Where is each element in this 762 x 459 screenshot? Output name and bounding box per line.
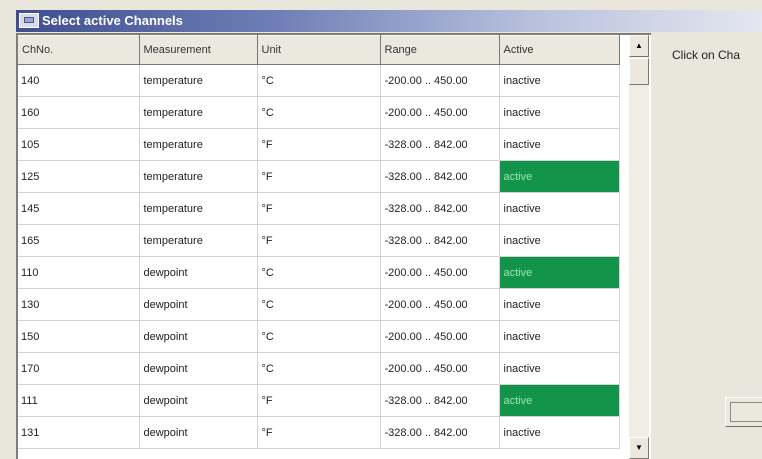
cell-measurement: dewpoint	[139, 320, 258, 353]
table-row[interactable]: 130 dewpoint °C -200.00 .. 450.00 inactive	[18, 288, 620, 321]
cell-range: -328.00 .. 842.00	[380, 192, 500, 225]
cell-active[interactable]: inactive	[499, 128, 620, 161]
cell-measurement: dewpoint	[139, 288, 258, 321]
cell-range: -328.00 .. 842.00	[380, 416, 500, 449]
cell-measurement: temperature	[139, 224, 258, 257]
cell-range: -328.00 .. 842.00	[380, 128, 500, 161]
column-header-chno[interactable]: ChNo.	[18, 35, 140, 65]
cell-range: -328.00 .. 842.00	[380, 224, 500, 257]
channel-table: ChNo. Measurement Unit Range Active 140 t…	[18, 35, 620, 449]
cell-unit: °C	[257, 320, 381, 353]
select-channels-window: Select active Channels ChNo. Measurement…	[0, 0, 762, 459]
cell-unit: °F	[257, 384, 381, 417]
table-row[interactable]: 125 temperature °F -328.00 .. 842.00 active	[18, 160, 620, 193]
header-row: ChNo. Measurement Unit Range Active	[18, 35, 620, 65]
cell-measurement: temperature	[139, 128, 258, 161]
cell-chno: 150	[18, 320, 140, 353]
cell-range: -200.00 .. 450.00	[380, 352, 500, 385]
table-row[interactable]: 140 temperature °C -200.00 .. 450.00 inactiv…	[18, 64, 620, 97]
cell-chno: 131	[18, 416, 140, 449]
cell-range: -200.00 .. 450.00	[380, 288, 500, 321]
table-row[interactable]: 145 temperature °F -328.00 .. 842.00 inactiv…	[18, 192, 620, 225]
scroll-up-arrow-icon[interactable]: ▲	[629, 35, 649, 57]
cell-unit: °C	[257, 288, 381, 321]
table-row[interactable]: 131 dewpoint °F -328.00 .. 842.00 inactive	[18, 416, 620, 449]
cell-range: -328.00 .. 842.00	[380, 384, 500, 417]
side-button[interactable]	[725, 397, 762, 427]
cell-measurement: temperature	[139, 96, 258, 129]
cell-measurement: dewpoint	[139, 256, 258, 289]
cell-chno: 110	[18, 256, 140, 289]
table-row[interactable]: 105 temperature °F -328.00 .. 842.00 inactiv…	[18, 128, 620, 161]
cell-chno: 145	[18, 192, 140, 225]
cell-measurement: dewpoint	[139, 416, 258, 449]
cell-unit: °C	[257, 352, 381, 385]
window-title: Select active Channels	[42, 13, 183, 28]
cell-active[interactable]: active	[499, 160, 620, 193]
cell-chno: 170	[18, 352, 140, 385]
cell-active[interactable]: inactive	[499, 352, 620, 385]
cell-measurement: temperature	[139, 160, 258, 193]
channel-rows: 140 temperature °C -200.00 .. 450.00 inactiv…	[18, 64, 620, 449]
column-header-unit[interactable]: Unit	[257, 35, 381, 65]
table-row[interactable]: 160 temperature °C -200.00 .. 450.00 inactiv…	[18, 96, 620, 129]
cell-chno: 130	[18, 288, 140, 321]
title-bar[interactable]: Select active Channels	[16, 10, 762, 32]
scroll-down-arrow-icon[interactable]: ▼	[629, 437, 649, 459]
cell-chno: 165	[18, 224, 140, 257]
instruction-text: Click on Cha	[672, 48, 741, 62]
cell-measurement: temperature	[139, 64, 258, 97]
cell-unit: °F	[257, 128, 381, 161]
cell-measurement: dewpoint	[139, 352, 258, 385]
cell-active[interactable]: inactive	[499, 224, 620, 257]
cell-unit: °C	[257, 64, 381, 97]
cell-range: -200.00 .. 450.00	[380, 320, 500, 353]
table-row[interactable]: 110 dewpoint °C -200.00 .. 450.00 active	[18, 256, 620, 289]
column-header-active[interactable]: Active	[499, 35, 620, 65]
cell-unit: °F	[257, 192, 381, 225]
cell-active[interactable]: active	[499, 256, 620, 289]
cell-range: -200.00 .. 450.00	[380, 256, 500, 289]
scrollbar-thumb[interactable]	[629, 58, 649, 85]
table-row[interactable]: 165 temperature °F -328.00 .. 842.00 inactiv…	[18, 224, 620, 257]
cell-unit: °C	[257, 96, 381, 129]
cell-unit: °C	[257, 256, 381, 289]
cell-active[interactable]: active	[499, 384, 620, 417]
cell-range: -200.00 .. 450.00	[380, 64, 500, 97]
cell-range: -328.00 .. 842.00	[380, 160, 500, 193]
vertical-scrollbar[interactable]: ▲ ▼	[629, 35, 649, 459]
cell-chno: 105	[18, 128, 140, 161]
table-row[interactable]: 111 dewpoint °F -328.00 .. 842.00 active	[18, 384, 620, 417]
cell-measurement: dewpoint	[139, 384, 258, 417]
cell-chno: 125	[18, 160, 140, 193]
cell-chno: 111	[18, 384, 140, 417]
cell-active[interactable]: inactive	[499, 192, 620, 225]
cell-active[interactable]: inactive	[499, 288, 620, 321]
cell-unit: °F	[257, 224, 381, 257]
cell-chno: 160	[18, 96, 140, 129]
table-row[interactable]: 170 dewpoint °C -200.00 .. 450.00 inactive	[18, 352, 620, 385]
cell-active[interactable]: inactive	[499, 64, 620, 97]
window-menu-icon[interactable]	[19, 13, 39, 28]
cell-unit: °F	[257, 160, 381, 193]
column-header-range[interactable]: Range	[380, 35, 500, 65]
cell-active[interactable]: inactive	[499, 416, 620, 449]
cell-range: -200.00 .. 450.00	[380, 96, 500, 129]
cell-chno: 140	[18, 64, 140, 97]
cell-measurement: temperature	[139, 192, 258, 225]
table-row[interactable]: 150 dewpoint °C -200.00 .. 450.00 inactive	[18, 320, 620, 353]
cell-unit: °F	[257, 416, 381, 449]
cell-active[interactable]: inactive	[499, 320, 620, 353]
cell-active[interactable]: inactive	[499, 96, 620, 129]
column-header-measurement[interactable]: Measurement	[139, 35, 258, 65]
channel-grid: ChNo. Measurement Unit Range Active 140 t…	[16, 33, 651, 459]
